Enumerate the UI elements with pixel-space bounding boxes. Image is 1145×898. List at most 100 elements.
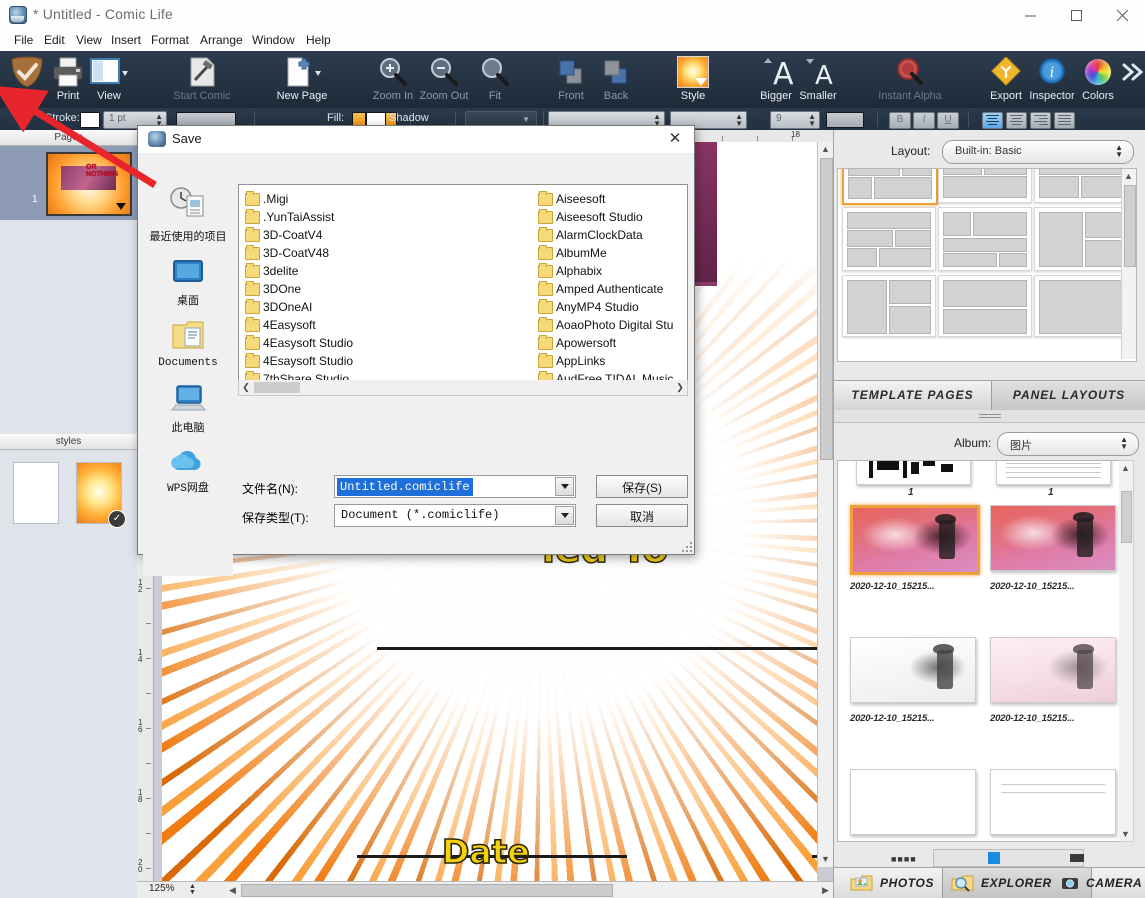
minimize-button[interactable] [1007,0,1053,30]
canvas-hscroll-thumb[interactable] [241,884,613,897]
scroll-up-icon[interactable]: ▲ [818,142,833,157]
zoom-level[interactable]: 125% [149,883,175,894]
place-recent-items[interactable]: 最近使用的项目 [143,186,233,243]
place-desktop[interactable]: 桌面 [143,258,233,307]
align-justify-button[interactable] [1054,112,1075,129]
menu-view[interactable]: View [70,32,108,49]
layout-thumb-5[interactable] [938,207,1032,271]
menu-edit[interactable]: Edit [38,32,71,49]
page-context-caret-icon[interactable] [116,203,126,210]
maximize-button[interactable] [1053,0,1099,30]
tab-panel-layouts[interactable]: PANEL LAYOUTS [992,381,1145,410]
photo-thumb[interactable] [990,505,1116,571]
close-button[interactable] [1099,0,1145,30]
align-center-button[interactable] [1006,112,1027,129]
layout-scroll-up-icon[interactable]: ▲ [1124,171,1133,181]
canvas-vertical-scrollbar[interactable]: ▲ ▼ [817,142,833,867]
menu-window[interactable]: Window [246,32,301,49]
page-thumbnail[interactable]: OR NOTHING [46,152,132,216]
filename-input[interactable]: Untitled.comiclife [337,478,473,496]
menu-file[interactable]: File [8,32,39,49]
file-list-horizontal-scrollbar[interactable]: ❮ ❯ [238,380,688,396]
photo-thumb[interactable] [850,505,980,575]
toolbar-fit[interactable]: Fit [468,55,522,102]
menu-arrange[interactable]: Arrange [194,32,249,49]
toolbar-start-comic[interactable]: Start Comic [167,55,237,102]
toolbar-view[interactable]: View [82,55,136,102]
toolbar-style[interactable]: Style [666,55,720,102]
font-size-select[interactable]: 9 ▲ ▼ [770,111,820,129]
align-left-button[interactable] [982,112,1003,129]
photo-thumb[interactable]: Resizer [996,461,1111,485]
cancel-button[interactable]: 取消 [596,504,688,527]
filename-dropdown-arrow[interactable] [555,477,574,496]
album-select[interactable]: 图片 ▲ ▼ [997,432,1139,456]
layout-thumb-9[interactable] [1034,275,1128,337]
bold-button[interactable]: B [889,112,911,129]
scroll-left-icon[interactable]: ◀ [225,882,240,898]
scroll-right-icon[interactable]: ▶ [818,882,833,898]
layout-thumb-3[interactable] [1034,169,1128,203]
zoom-stepper-icon[interactable]: ▲ ▼ [189,883,196,896]
save-button[interactable]: 保存(S) [596,475,688,498]
menu-help[interactable]: Help [300,32,337,49]
style-burst[interactable]: ✓ [76,462,126,528]
layout-select[interactable]: Built-in: Basic ▲ ▼ [942,140,1134,164]
panel-resize-handle[interactable] [834,410,1145,423]
pages-list[interactable]: 1 OR NOTHING [0,146,137,434]
layout-thumb-2[interactable] [938,169,1032,203]
place-wps-cloud[interactable]: WPS网盘 [143,448,233,495]
photo-scroll-down-icon[interactable]: ▼ [1119,827,1132,841]
menu-format[interactable]: Format [145,32,195,49]
photo-scroll-up-icon[interactable]: ▲ [1119,461,1132,475]
file-scroll-left-icon[interactable]: ❮ [239,380,253,395]
stroke-color-swatch[interactable] [80,112,100,128]
toolbar-instant-alpha[interactable]: Instant Alpha [875,55,945,102]
underline-button[interactable]: U [937,112,959,129]
thumbnail-size-slider-thumb[interactable] [988,852,1000,864]
page-item[interactable]: 1 OR NOTHING [0,146,137,220]
filetype-combo[interactable]: Document (*.comiclife) [334,504,576,527]
toolbar-new-page[interactable]: New Page [267,55,337,102]
photo-thumb[interactable] [990,637,1116,703]
layout-thumb-4[interactable] [842,207,936,271]
file-scroll-right-icon[interactable]: ❯ [673,380,687,395]
menu-insert[interactable]: Insert [105,32,147,49]
layout-scroll-thumb[interactable] [1124,185,1136,267]
layout-thumb-7[interactable] [842,275,936,337]
file-scroll-thumb[interactable] [254,382,300,393]
font-color-swatch[interactable] [826,112,864,128]
toolbar-zoom-in[interactable]: Zoom In [366,55,420,102]
photo-grid-scrollbar[interactable]: ▲ ▼ [1119,460,1134,842]
photo-thumb[interactable] [850,769,976,835]
align-right-button[interactable] [1030,112,1051,129]
photo-thumb[interactable] [990,769,1116,835]
toolbar-overflow[interactable] [1119,55,1145,89]
layout-thumb-8[interactable] [938,275,1032,337]
italic-button[interactable]: I [913,112,935,129]
page-date-text[interactable]: Date [441,831,530,872]
photo-thumb[interactable] [850,637,976,703]
thumbnail-size-slider[interactable] [933,849,1084,867]
layout-thumb-6[interactable] [1034,207,1128,271]
tab-template-pages[interactable]: TEMPLATE PAGES [834,381,992,410]
place-this-pc[interactable]: 此电脑 [143,383,233,434]
bottom-tab-camera[interactable]: CAMERA [1058,868,1145,898]
filename-combo[interactable]: Untitled.comiclife [334,475,576,498]
toolbar-zoom-out[interactable]: Zoom Out [417,55,471,102]
style-plain[interactable] [13,462,59,524]
file-list[interactable]: .Migi .YunTaiAssist 3D-CoatV4 3D-CoatV48… [238,184,688,382]
photo-scroll-thumb[interactable] [1121,491,1132,543]
place-documents[interactable]: Documents [143,320,233,369]
filetype-dropdown-arrow[interactable] [555,506,574,525]
scroll-down-icon[interactable]: ▼ [818,852,833,867]
toolbar-smaller[interactable]: A Smaller [791,55,845,102]
toolbar-colors[interactable]: Colors [1071,55,1125,102]
layout-thumb-1[interactable] [842,169,938,205]
canvas-horizontal-scrollbar[interactable]: ◀ ▶ [225,882,833,898]
canvas-vscroll-thumb[interactable] [820,158,833,460]
toolbar-back[interactable]: Back [589,55,643,102]
dialog-resize-grip[interactable] [680,540,692,552]
layout-scrollbar[interactable]: ▲ [1121,169,1136,359]
save-dialog-close-icon[interactable]: ✕ [664,129,686,149]
